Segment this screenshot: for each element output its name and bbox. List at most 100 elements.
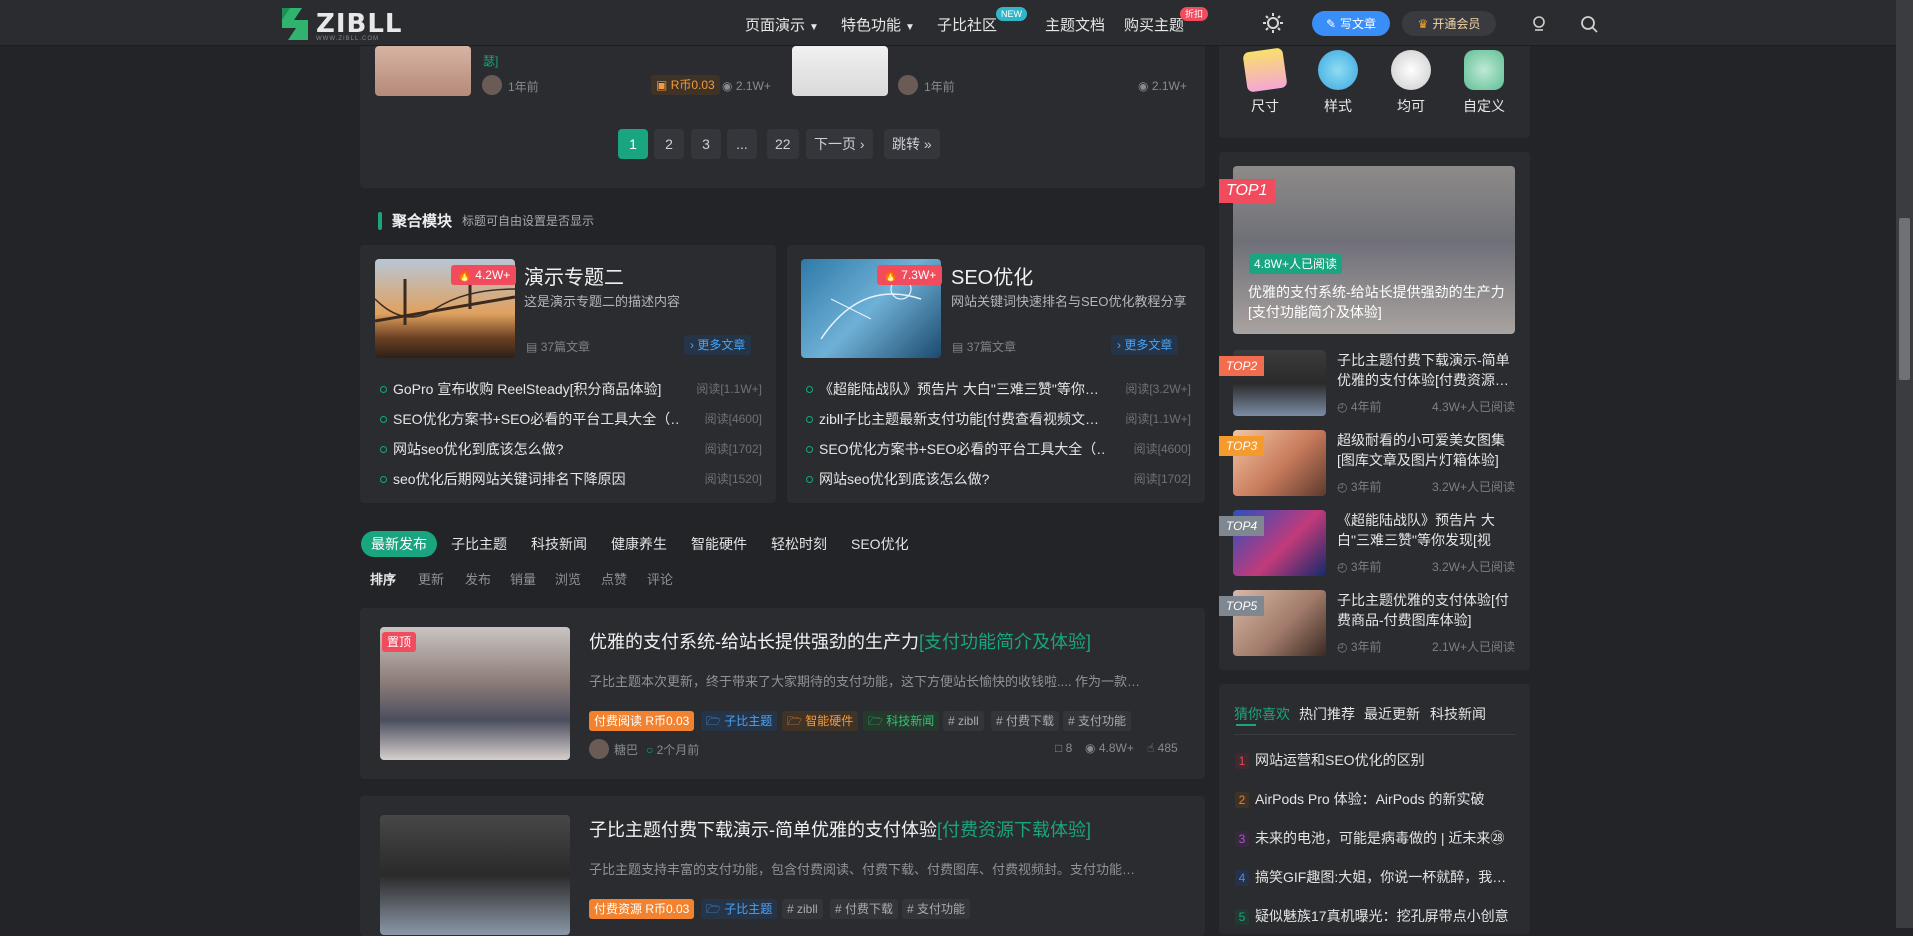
tab-guess-you-like[interactable]: 猜你喜欢 bbox=[1234, 704, 1290, 724]
post-thumbnail[interactable] bbox=[380, 815, 570, 935]
section-header: 聚合模块 标题可自由设置是否显示 bbox=[378, 210, 594, 231]
topic-link[interactable]: SEO优化方案书+SEO必看的平台工具大全（… bbox=[806, 439, 1106, 459]
rank-title[interactable]: 子比主题优雅的支付体验[付费商品-付费图库体验] bbox=[1337, 590, 1517, 630]
avatar[interactable] bbox=[482, 75, 502, 95]
rank-time: ◴ 3年前 bbox=[1337, 640, 1382, 654]
tab-seo[interactable]: SEO优化 bbox=[841, 531, 919, 557]
theme-toggle-icon[interactable] bbox=[1262, 12, 1284, 34]
page-button-3[interactable]: 3 bbox=[691, 129, 721, 159]
tab-hot-recommend[interactable]: 热门推荐 bbox=[1299, 704, 1355, 724]
section-title: 聚合模块 bbox=[392, 213, 453, 230]
tab-recent-update[interactable]: 最近更新 bbox=[1364, 704, 1420, 724]
rank-title[interactable]: 子比主题付费下载演示-简单优雅的支付体验[付费资源… bbox=[1337, 350, 1517, 390]
topic-link[interactable]: GoPro 宣布收购 ReelSteady[积分商品体验] bbox=[380, 379, 680, 399]
sort-update[interactable]: 更新 bbox=[418, 569, 444, 588]
more-articles-button[interactable]: › 更多文章 bbox=[684, 335, 752, 355]
scrollbar-thumb[interactable] bbox=[1899, 218, 1910, 380]
keyword-tag[interactable]: # zibll bbox=[943, 711, 984, 731]
category-tag[interactable]: 🗁 智能硬件 bbox=[782, 711, 859, 731]
category-label[interactable]: 样式 bbox=[1308, 96, 1368, 116]
circle-icon bbox=[380, 416, 387, 423]
user-icon[interactable] bbox=[1528, 13, 1550, 35]
post-thumbnail[interactable] bbox=[375, 46, 471, 96]
topic-desc: 这是演示专题二的描述内容 bbox=[524, 294, 681, 309]
nav-item-community[interactable]: 子比社区 bbox=[937, 14, 997, 35]
page-button-22[interactable]: 22 bbox=[767, 129, 799, 159]
topic-link[interactable]: seo优化后期网站关键词排名下降原因 bbox=[380, 469, 680, 489]
rank-list-item[interactable]: 1 网站运营和SEO优化的区别 bbox=[1235, 750, 1510, 770]
next-page-button[interactable]: 下一页 › bbox=[806, 129, 873, 159]
topic-link[interactable]: 网站seo优化到底该怎么做? bbox=[806, 469, 1106, 489]
rank-list-item[interactable]: 3 未来的电池，可能是病毒做的 | 近未来㉘ bbox=[1235, 828, 1510, 848]
category-label[interactable]: 均可 bbox=[1381, 96, 1441, 116]
rank-title[interactable]: 《超能陆战队》预告片 大白"三难三赞"等你发现[视频… bbox=[1337, 510, 1517, 550]
write-article-button[interactable]: ✎ 写文章 bbox=[1312, 11, 1390, 36]
custom-icon[interactable] bbox=[1464, 50, 1504, 90]
tab-hardware[interactable]: 智能硬件 bbox=[681, 531, 757, 557]
size-icon[interactable] bbox=[1242, 47, 1288, 93]
post-thumbnail[interactable] bbox=[792, 46, 888, 96]
open-vip-button[interactable]: ♛ 开通会员 bbox=[1402, 11, 1496, 36]
topic-title[interactable]: SEO优化 bbox=[951, 261, 1033, 290]
tab-relax[interactable]: 轻松时刻 bbox=[761, 531, 837, 557]
post-title[interactable]: 子比主题付费下载演示-简单优雅的支付体验[付费资源下载体验] bbox=[589, 816, 1091, 842]
keyword-tag[interactable]: # 支付功能 bbox=[1063, 711, 1132, 731]
tab-zibll[interactable]: 子比主题 bbox=[441, 531, 517, 557]
nav-item-pages[interactable]: 页面演示 ▼ bbox=[745, 14, 819, 35]
site-logo[interactable]: ZIBLL WWW.ZIBLL.COM bbox=[280, 6, 402, 42]
category-tag[interactable]: 🗁 子比主题 bbox=[701, 899, 778, 919]
topic-title[interactable]: 演示专题二 bbox=[524, 261, 624, 290]
sticky-badge: 置顶 bbox=[382, 632, 417, 652]
category-tag[interactable]: 🗁 科技新闻 bbox=[863, 711, 940, 731]
nav-item-docs[interactable]: 主题文档 bbox=[1045, 14, 1105, 35]
author-name[interactable]: 糖巴 bbox=[614, 741, 638, 758]
post-title-fragment[interactable]: 瑟] bbox=[483, 52, 498, 69]
nav-item-features[interactable]: 特色功能 ▼ bbox=[841, 14, 915, 35]
keyword-tag[interactable]: # 付费下载 bbox=[991, 711, 1060, 731]
scrollbar-track[interactable] bbox=[1896, 0, 1913, 928]
post-title[interactable]: 优雅的支付系统-给站长提供强劲的生产力[支付功能简介及体验] bbox=[589, 628, 1091, 654]
rank-title[interactable]: 超级耐看的小可爱美女图集[图库文章及图片灯箱体验] bbox=[1337, 430, 1517, 470]
sort-comments[interactable]: 评论 bbox=[647, 569, 673, 588]
category-label[interactable]: 尺寸 bbox=[1235, 96, 1295, 116]
rank-list-item[interactable]: 2 AirPods Pro 体验：AirPods 的新实破 bbox=[1235, 789, 1510, 809]
sort-publish[interactable]: 发布 bbox=[465, 569, 491, 588]
category-tag[interactable]: 🗁 子比主题 bbox=[701, 711, 778, 731]
sort-views[interactable]: 浏览 bbox=[555, 569, 581, 588]
logo-mark-icon bbox=[282, 8, 308, 40]
search-icon[interactable] bbox=[1578, 13, 1600, 35]
keyword-tag[interactable]: # zibll bbox=[782, 899, 823, 919]
tab-health[interactable]: 健康养生 bbox=[601, 531, 677, 557]
tab-tech-news-side[interactable]: 科技新闻 bbox=[1430, 704, 1486, 724]
topic-link[interactable]: zibll子比主题最新支付功能[付费查看视频文… bbox=[806, 409, 1106, 429]
style-icon[interactable] bbox=[1318, 50, 1358, 90]
rank-list-item[interactable]: 5 疑似魅族17真机曝光：挖孔屏带点小创意 bbox=[1235, 906, 1510, 926]
tab-tech-news[interactable]: 科技新闻 bbox=[521, 531, 597, 557]
more-articles-button[interactable]: › 更多文章 bbox=[1111, 335, 1179, 355]
top-navbar: ZIBLL WWW.ZIBLL.COM 页面演示 ▼ 特色功能 ▼ 子比社区 NEW… bbox=[0, 0, 1896, 46]
page-button-1[interactable]: 1 bbox=[618, 129, 648, 159]
sort-sales[interactable]: 销量 bbox=[510, 569, 536, 588]
avatar[interactable] bbox=[898, 75, 918, 95]
top1-title[interactable]: 优雅的支付系统-给站长提供强劲的生产力[支付功能简介及体验] bbox=[1248, 282, 1510, 322]
eye-icon: ◉ bbox=[722, 79, 733, 93]
topic-link[interactable]: 《超能陆战队》预告片 大白"三难三赞"等你… bbox=[806, 379, 1106, 399]
keyword-tag[interactable]: # 付费下载 bbox=[830, 899, 899, 919]
sort-likes[interactable]: 点赞 bbox=[601, 569, 627, 588]
clock-icon: ◴ bbox=[1337, 400, 1348, 414]
tab-latest[interactable]: 最新发布 bbox=[361, 531, 437, 557]
topic-card: 🔥 4.2W+ 演示专题二 这是演示专题二的描述内容 ▤ 37篇文章 › 更多文… bbox=[360, 245, 776, 503]
avatar[interactable] bbox=[589, 739, 609, 759]
page-button-2[interactable]: 2 bbox=[654, 129, 684, 159]
keyword-tag[interactable]: # 支付功能 bbox=[902, 899, 971, 919]
topic-link[interactable]: SEO优化方案书+SEO必看的平台工具大全（… bbox=[380, 409, 680, 429]
cow-icon[interactable] bbox=[1391, 50, 1431, 90]
nav-item-buy[interactable]: 购买主题 bbox=[1124, 14, 1184, 35]
rank-list-item[interactable]: 4 搞笑GIF趣图:大姐，你说一杯就醉，我… bbox=[1235, 867, 1510, 887]
section-accent-bar bbox=[378, 211, 382, 230]
hot-badge: 🔥 7.3W+ bbox=[877, 265, 943, 285]
jump-page-button[interactable]: 跳转 » bbox=[884, 129, 940, 159]
top1-badge: TOP1 bbox=[1219, 179, 1275, 203]
category-label[interactable]: 自定义 bbox=[1454, 96, 1514, 116]
topic-link[interactable]: 网站seo优化到底该怎么做? bbox=[380, 439, 680, 459]
